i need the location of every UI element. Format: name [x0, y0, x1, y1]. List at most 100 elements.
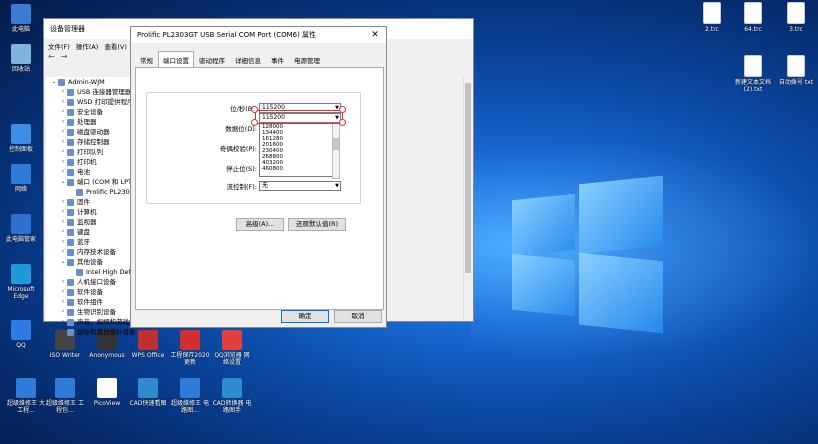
expand-icon[interactable]: ›	[59, 107, 67, 117]
desktop-icon-bottom-7[interactable]: PicoView	[87, 378, 127, 407]
expand-icon[interactable]: ⌄	[50, 77, 58, 87]
desktop-icon-label: 网络	[14, 186, 27, 193]
menu-file[interactable]: 文件(F)	[48, 41, 70, 51]
ok-button[interactable]: 确定	[281, 310, 329, 323]
desktop-file-4[interactable]: 自动拨号 txt	[776, 55, 816, 86]
expand-icon[interactable]: ›	[59, 157, 67, 167]
desktop-icon-label: 超级维修王 大工程...	[7, 400, 45, 414]
expand-icon[interactable]: ›	[59, 227, 67, 237]
desktop-icon-bottom-8[interactable]: CAD快速看图	[128, 378, 168, 407]
expand-icon[interactable]: ›	[59, 97, 67, 107]
app-icon	[16, 378, 36, 398]
desktop-file-2[interactable]: 3.trc	[776, 2, 816, 33]
cancel-button[interactable]: 取消	[334, 310, 382, 323]
expand-icon[interactable]: ›	[59, 237, 67, 247]
desktop-file-0[interactable]: 2.trc	[692, 2, 732, 33]
app-icon	[97, 378, 117, 398]
close-icon[interactable]: ✕	[364, 30, 386, 40]
windows-logo-pane-4	[579, 252, 663, 334]
device-icon	[67, 298, 74, 306]
flow-select[interactable]: 无 ▼	[259, 181, 341, 191]
desktop-icon-label: 工程保存2020 更新	[170, 352, 210, 366]
tree-node-label: 打印机	[77, 158, 97, 166]
dialog-titlebar[interactable]: Prolific PL2303GT USB Serial COM Port (C…	[131, 27, 386, 43]
expand-icon[interactable]: ›	[59, 147, 67, 157]
desktop-file-1[interactable]: 64.trc	[733, 2, 773, 33]
dropdown-option[interactable]: 460800	[260, 166, 332, 172]
expand-icon[interactable]: ›	[59, 167, 67, 177]
expand-icon[interactable]: ›	[59, 307, 67, 317]
expand-icon[interactable]: ›	[59, 87, 67, 97]
toolbar: ← →	[48, 52, 67, 61]
desktop-icon-0[interactable]: 此电脑	[1, 4, 41, 33]
device-icon	[67, 228, 74, 236]
desktop-icon-label: WPS Office	[131, 352, 165, 359]
desktop-icon-2[interactable]: 控制面板	[1, 124, 41, 153]
desktop-icon-label: 回收站	[11, 66, 30, 73]
baud-dropdown-list[interactable]: 128000 134400 161280 201600 230400 268800 4032…	[259, 123, 333, 177]
expand-icon[interactable]: ›	[59, 327, 67, 337]
device-icon	[67, 328, 74, 336]
dropdown-scroll-thumb[interactable]	[333, 138, 339, 150]
dropdown-scrollbar[interactable]	[332, 123, 340, 179]
expand-icon[interactable]: ›	[59, 217, 67, 227]
tree-node[interactable]: › 鼠标和其他指针设备	[46, 327, 376, 337]
expand-icon[interactable]: ›	[59, 287, 67, 297]
device-icon	[67, 118, 74, 126]
restore-defaults-button[interactable]: 还原默认值(R)	[288, 218, 346, 231]
device-icon	[67, 308, 74, 316]
desktop-icon-label: PicoView	[93, 400, 121, 407]
port-settings-panel: 位/秒(B): 115200 ▼ 数据位(D): 奇偶校验(P): 停止位(S)…	[135, 67, 384, 310]
desktop-icon-bottom-5[interactable]: 超级维修王 大工程...	[6, 378, 46, 414]
expand-icon[interactable]: ›	[59, 197, 67, 207]
device-icon	[67, 208, 74, 216]
expand-icon[interactable]: ›	[59, 277, 67, 287]
expand-icon[interactable]: ⌄	[59, 177, 67, 187]
desktop-icon-label: QQ	[16, 342, 26, 349]
menu-view[interactable]: 查看(V)	[104, 41, 127, 51]
windows-logo-pane-2	[579, 175, 663, 255]
qq-icon	[11, 320, 31, 340]
device-manager-scrollbar[interactable]	[463, 77, 473, 321]
device-icon	[67, 168, 74, 176]
forward-icon[interactable]: →	[61, 52, 68, 61]
desktop-file-label: 64.trc	[744, 26, 762, 33]
back-icon[interactable]: ←	[48, 52, 55, 61]
tree-node-label: 人机接口设备	[77, 278, 116, 286]
expand-icon[interactable]: ›	[59, 127, 67, 137]
tree-node-label: 计算机	[77, 208, 97, 216]
expand-icon[interactable]: ⌄	[59, 257, 67, 267]
expand-icon[interactable]: ›	[59, 117, 67, 127]
scroll-thumb[interactable]	[465, 83, 471, 273]
tree-node-label: 监视器	[77, 218, 97, 226]
expand-icon[interactable]: ›	[59, 297, 67, 307]
device-icon	[76, 268, 83, 276]
desktop-icon-1[interactable]: 回收站	[1, 44, 41, 73]
tree-node-label: 存储控制器	[77, 138, 110, 146]
tree-node-label: USB 连接器管理器	[77, 88, 132, 96]
desktop-file-3[interactable]: 新建文本文档 (2).txt	[733, 55, 773, 93]
menu-action[interactable]: 操作(A)	[76, 41, 99, 51]
file-icon	[744, 55, 762, 77]
app-icon	[138, 378, 158, 398]
此电脑-icon	[11, 4, 31, 24]
expand-icon[interactable]: ›	[59, 317, 67, 327]
desktop-icon-bottom-10[interactable]: CAD转换器 电路图手	[212, 378, 252, 414]
file-icon	[787, 55, 805, 77]
device-icon	[58, 78, 65, 86]
desktop-icon-4[interactable]: 此电脑管家	[1, 214, 41, 243]
desktop-file-label: 2.trc	[705, 26, 719, 33]
expand-icon[interactable]: ›	[59, 247, 67, 257]
desktop-icon-bottom-6[interactable]: 超级维修王 工程包...	[45, 378, 85, 414]
device-icon	[67, 138, 74, 146]
expand-icon[interactable]: ›	[59, 207, 67, 217]
desktop-icon-bottom-9[interactable]: 超级维修王 电路图...	[170, 378, 210, 414]
desktop-file-label: 3.trc	[789, 26, 803, 33]
expand-icon[interactable]: ›	[59, 137, 67, 147]
desktop-icon-6[interactable]: QQ	[1, 320, 41, 349]
port-properties-dialog[interactable]: Prolific PL2303GT USB Serial COM Port (C…	[130, 26, 387, 328]
desktop-icon-5[interactable]: Microsoft Edge	[1, 264, 41, 300]
desktop-icon-3[interactable]: 网络	[1, 164, 41, 193]
advanced-button[interactable]: 高级(A)...	[236, 218, 284, 231]
stopbits-label: 停止位(S):	[226, 165, 257, 173]
